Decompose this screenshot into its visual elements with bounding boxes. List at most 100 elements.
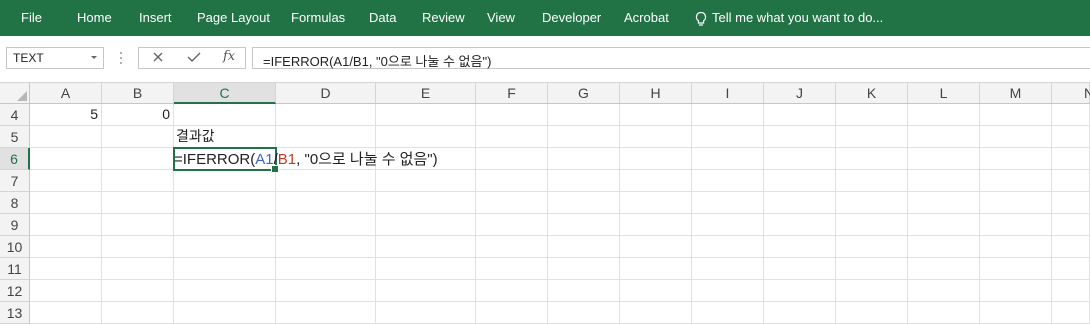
tab-file[interactable]: File <box>21 0 42 36</box>
cell-i7[interactable] <box>692 170 764 192</box>
cell-h12[interactable] <box>620 280 692 302</box>
cell-k4[interactable] <box>836 104 908 126</box>
cell-b5[interactable] <box>102 126 174 148</box>
tab-review[interactable]: Review <box>422 0 465 36</box>
cell-g9[interactable] <box>548 214 620 236</box>
cell-m5[interactable] <box>980 126 1052 148</box>
cell-d13[interactable] <box>276 302 376 324</box>
cell-h8[interactable] <box>620 192 692 214</box>
cell-d4[interactable] <box>276 104 376 126</box>
col-header-h[interactable]: H <box>620 83 692 104</box>
col-header-n[interactable]: N <box>1052 83 1090 104</box>
cell-b11[interactable] <box>102 258 174 280</box>
cell-g13[interactable] <box>548 302 620 324</box>
col-header-b[interactable]: B <box>102 83 174 104</box>
col-header-i[interactable]: I <box>692 83 764 104</box>
col-header-a[interactable]: A <box>30 83 102 104</box>
cell-f7[interactable] <box>476 170 548 192</box>
cell-g10[interactable] <box>548 236 620 258</box>
cell-m7[interactable] <box>980 170 1052 192</box>
cell-c13[interactable] <box>174 302 276 324</box>
cell-f6[interactable] <box>476 148 548 170</box>
cell-f8[interactable] <box>476 192 548 214</box>
cell-g5[interactable] <box>548 126 620 148</box>
cell-f9[interactable] <box>476 214 548 236</box>
cell-b7[interactable] <box>102 170 174 192</box>
cell-b9[interactable] <box>102 214 174 236</box>
cell-g6[interactable] <box>548 148 620 170</box>
cell-k10[interactable] <box>836 236 908 258</box>
cell-j7[interactable] <box>764 170 836 192</box>
cell-f4[interactable] <box>476 104 548 126</box>
cell-a4[interactable]: 5 <box>30 104 102 126</box>
cell-e12[interactable] <box>376 280 476 302</box>
tab-insert[interactable]: Insert <box>139 0 172 36</box>
row-header-10[interactable]: 10 <box>0 236 30 258</box>
row-header-13[interactable]: 13 <box>0 302 30 324</box>
cell-e4[interactable] <box>376 104 476 126</box>
cell-k6[interactable] <box>836 148 908 170</box>
cell-n11[interactable] <box>1052 258 1090 280</box>
row-header-4[interactable]: 4 <box>0 104 30 126</box>
cell-m4[interactable] <box>980 104 1052 126</box>
cell-j4[interactable] <box>764 104 836 126</box>
row-header-5[interactable]: 5 <box>0 126 30 148</box>
cell-a10[interactable] <box>30 236 102 258</box>
col-header-d[interactable]: D <box>276 83 376 104</box>
cell-a5[interactable] <box>30 126 102 148</box>
cell-h7[interactable] <box>620 170 692 192</box>
cell-h9[interactable] <box>620 214 692 236</box>
cell-c5[interactable]: 결과값 <box>174 126 276 148</box>
col-header-m[interactable]: M <box>980 83 1052 104</box>
cell-l6[interactable] <box>908 148 980 170</box>
col-header-e[interactable]: E <box>376 83 476 104</box>
cell-b8[interactable] <box>102 192 174 214</box>
tab-developer[interactable]: Developer <box>542 0 601 36</box>
cell-c8[interactable] <box>174 192 276 214</box>
cell-l4[interactable] <box>908 104 980 126</box>
cell-h4[interactable] <box>620 104 692 126</box>
cell-l13[interactable] <box>908 302 980 324</box>
cell-i12[interactable] <box>692 280 764 302</box>
cell-c9[interactable] <box>174 214 276 236</box>
cell-g8[interactable] <box>548 192 620 214</box>
cell-d11[interactable] <box>276 258 376 280</box>
cell-b6[interactable] <box>102 148 174 170</box>
cell-m12[interactable] <box>980 280 1052 302</box>
cell-a13[interactable] <box>30 302 102 324</box>
cell-i5[interactable] <box>692 126 764 148</box>
cell-d10[interactable] <box>276 236 376 258</box>
row-header-6[interactable]: 6 <box>0 148 30 170</box>
cell-f13[interactable] <box>476 302 548 324</box>
cell-f11[interactable] <box>476 258 548 280</box>
tab-acrobat[interactable]: Acrobat <box>624 0 669 36</box>
cell-i11[interactable] <box>692 258 764 280</box>
cell-i13[interactable] <box>692 302 764 324</box>
cell-k8[interactable] <box>836 192 908 214</box>
cell-i9[interactable] <box>692 214 764 236</box>
cell-f10[interactable] <box>476 236 548 258</box>
col-header-g[interactable]: G <box>548 83 620 104</box>
cell-e10[interactable] <box>376 236 476 258</box>
tab-view[interactable]: View <box>487 0 515 36</box>
cell-i10[interactable] <box>692 236 764 258</box>
cell-n4[interactable] <box>1052 104 1090 126</box>
cell-d8[interactable] <box>276 192 376 214</box>
cell-c11[interactable] <box>174 258 276 280</box>
cell-l5[interactable] <box>908 126 980 148</box>
cell-h6[interactable] <box>620 148 692 170</box>
cell-j11[interactable] <box>764 258 836 280</box>
name-box[interactable]: TEXT <box>6 47 104 69</box>
cell-j13[interactable] <box>764 302 836 324</box>
cell-f12[interactable] <box>476 280 548 302</box>
cell-j8[interactable] <box>764 192 836 214</box>
cancel-icon[interactable] <box>149 50 167 66</box>
cell-d7[interactable] <box>276 170 376 192</box>
cell-n9[interactable] <box>1052 214 1090 236</box>
cell-i6[interactable] <box>692 148 764 170</box>
cell-n8[interactable] <box>1052 192 1090 214</box>
cell-h11[interactable] <box>620 258 692 280</box>
tell-me-search[interactable]: Tell me what you want to do... <box>694 0 883 36</box>
cell-b4[interactable]: 0 <box>102 104 174 126</box>
cell-j10[interactable] <box>764 236 836 258</box>
